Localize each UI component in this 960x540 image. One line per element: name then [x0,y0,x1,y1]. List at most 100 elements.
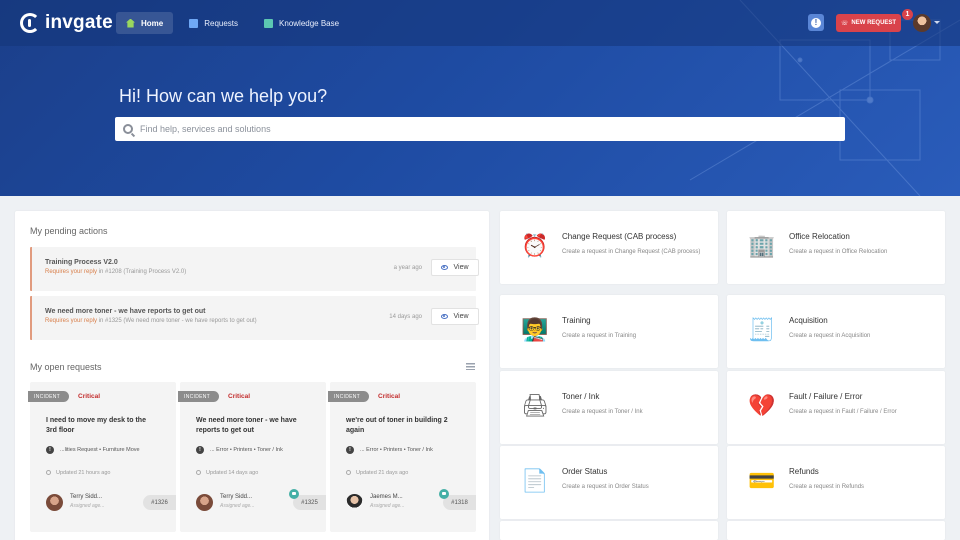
request-card[interactable]: INCIDENT Critical I need to move my desk… [28,382,176,532]
service-title: Order Status [562,467,608,476]
service-description: Create a request in Toner / Ink [562,409,643,415]
request-priority: Critical [228,393,251,400]
request-title: We need more toner - we have reports to … [196,417,297,434]
assigned-ago: Assigned age... [220,503,255,509]
request-category: ...lities Request • Furniture Move [60,447,140,453]
pending-action-item[interactable]: Training Process V2.0 Requires your repl… [30,247,479,291]
main-nav: Home Requests Knowledge Base [116,12,349,34]
nav-home[interactable]: Home [116,12,174,34]
assigned-ago: Assigned age... [370,503,405,509]
list-view-icon[interactable] [466,363,475,370]
cash-register-icon: 🧾 [748,317,776,342]
request-number: #1318 [443,495,476,510]
assignee-name: Jaemes M... [370,494,403,500]
pending-action-subtitle: Requires your reply in #1208 (Training P… [45,269,187,275]
service-tile-change-request[interactable]: ⏰ Change Request (CAB process) Create a … [500,211,718,284]
service-title: Office Relocation [789,232,850,241]
service-tile-acquisition[interactable]: 🧾 Acquisition Create a request in Acquis… [727,295,945,368]
nav-knowledge-base[interactable]: Knowledge Base [254,12,349,34]
service-title: Refunds [789,467,819,476]
broken-heart-icon: 💔 [748,393,776,418]
refresh-icon [46,470,51,475]
chat-icon [289,489,299,499]
service-description: Create a request in Order Status [562,484,649,490]
request-updated: Updated 14 days ago [196,470,258,476]
service-title: Toner / Ink [562,392,600,401]
view-button-label: View [453,264,469,271]
view-button[interactable]: View [431,308,479,325]
user-avatar[interactable] [913,14,931,32]
service-description: Create a request in Acquisition [789,333,871,339]
service-tile-toner-ink[interactable]: 🖨 Toner / Ink Create a request in Toner … [500,371,718,444]
request-type-tag: INCIDENT [178,391,220,402]
chat-icon [439,489,449,499]
info-button[interactable]: ! [808,14,824,31]
view-button[interactable]: View [431,259,479,276]
request-card[interactable]: INCIDENT Critical we're out of toner in … [328,382,476,532]
service-description: Create a request in Office Relocation [789,249,888,255]
request-title: we're out of toner in building 2 again [346,417,448,434]
invgate-logo[interactable]: invgate [20,12,113,34]
request-type-tag: INCIDENT [28,391,70,402]
eye-icon [441,265,449,270]
info-icon: ! [811,17,821,28]
assignee-name: Terry Sidd... [220,494,253,500]
service-tile-fault-failure-error[interactable]: 💔 Fault / Failure / Error Create a reque… [727,371,945,444]
hero-banner: invgate Home Requests Knowledge Base ! ☏… [0,0,960,196]
view-button-label: View [453,313,469,320]
service-tile[interactable] [727,521,945,540]
service-tile[interactable] [500,521,718,540]
nav-home-label: Home [141,18,164,28]
new-request-button[interactable]: ☏ NEW REQUEST [836,14,901,32]
request-priority: Critical [78,393,101,400]
pending-actions-title: My pending actions [30,226,108,236]
nav-knowledge-base-label: Knowledge Base [279,18,340,28]
top-navigation-bar: invgate Home Requests Knowledge Base ! ☏… [0,0,960,46]
service-title: Training [562,316,591,325]
new-request-label: NEW REQUEST [851,20,897,26]
assignee-avatar [196,494,213,511]
printer-icon: 🖨 [521,393,549,418]
chevron-down-icon[interactable] [934,21,940,24]
service-tile-office-relocation[interactable]: 🏢 Office Relocation Create a request in … [727,211,945,284]
service-title: Fault / Failure / Error [789,392,863,401]
nav-requests-label: Requests [204,18,239,28]
document-plus-icon: 📄 [521,468,549,493]
pending-action-subtitle: Requires your reply in #1325 (We need mo… [45,318,257,324]
home-icon [126,18,135,28]
nav-requests[interactable]: Requests [179,12,248,34]
logo-icon [20,13,40,33]
new-request-icon: ☏ [840,20,849,27]
search-bar[interactable] [115,117,845,141]
open-requests-title: My open requests [30,362,102,372]
assigned-ago: Assigned age... [70,503,105,509]
building-icon: 🏢 [748,233,776,258]
left-panel: My pending actions Training Process V2.0… [15,211,489,540]
alert-icon: ! [196,446,204,454]
service-tile-refunds[interactable]: 💳 Refunds Create a request in Refunds [727,446,945,519]
service-description: Create a request in Fault / Failure / Er… [789,409,897,415]
presentation-icon: 👨‍🏫 [521,317,549,342]
pending-action-title: Training Process V2.0 [45,259,118,266]
eye-icon [441,314,449,319]
notification-badge[interactable]: 1 [902,9,913,20]
request-updated: Updated 21 hours ago [46,470,110,476]
service-tile-training[interactable]: 👨‍🏫 Training Create a request in Trainin… [500,295,718,368]
request-number: #1325 [293,495,326,510]
credit-card-icon: 💳 [748,468,776,493]
service-title: Change Request (CAB process) [562,232,677,241]
pending-action-title: We need more toner - we have reports to … [45,308,206,315]
service-description: Create a request in Refunds [789,484,865,490]
search-icon [123,124,133,134]
request-priority: Critical [378,393,401,400]
service-title: Acquisition [789,316,828,325]
service-tile-order-status[interactable]: 📄 Order Status Create a request in Order… [500,446,718,519]
pending-action-item[interactable]: We need more toner - we have reports to … [30,296,479,340]
service-description: Create a request in Change Request (CAB … [562,249,701,255]
request-card[interactable]: INCIDENT Critical We need more toner - w… [178,382,326,532]
request-title: I need to move my desk to the 3rd floor [46,417,146,434]
logo-text: invgate [45,12,113,33]
alert-icon: ! [46,446,54,454]
request-category: ... Error • Printers • Toner / Ink [360,447,433,453]
search-input[interactable] [140,124,820,134]
